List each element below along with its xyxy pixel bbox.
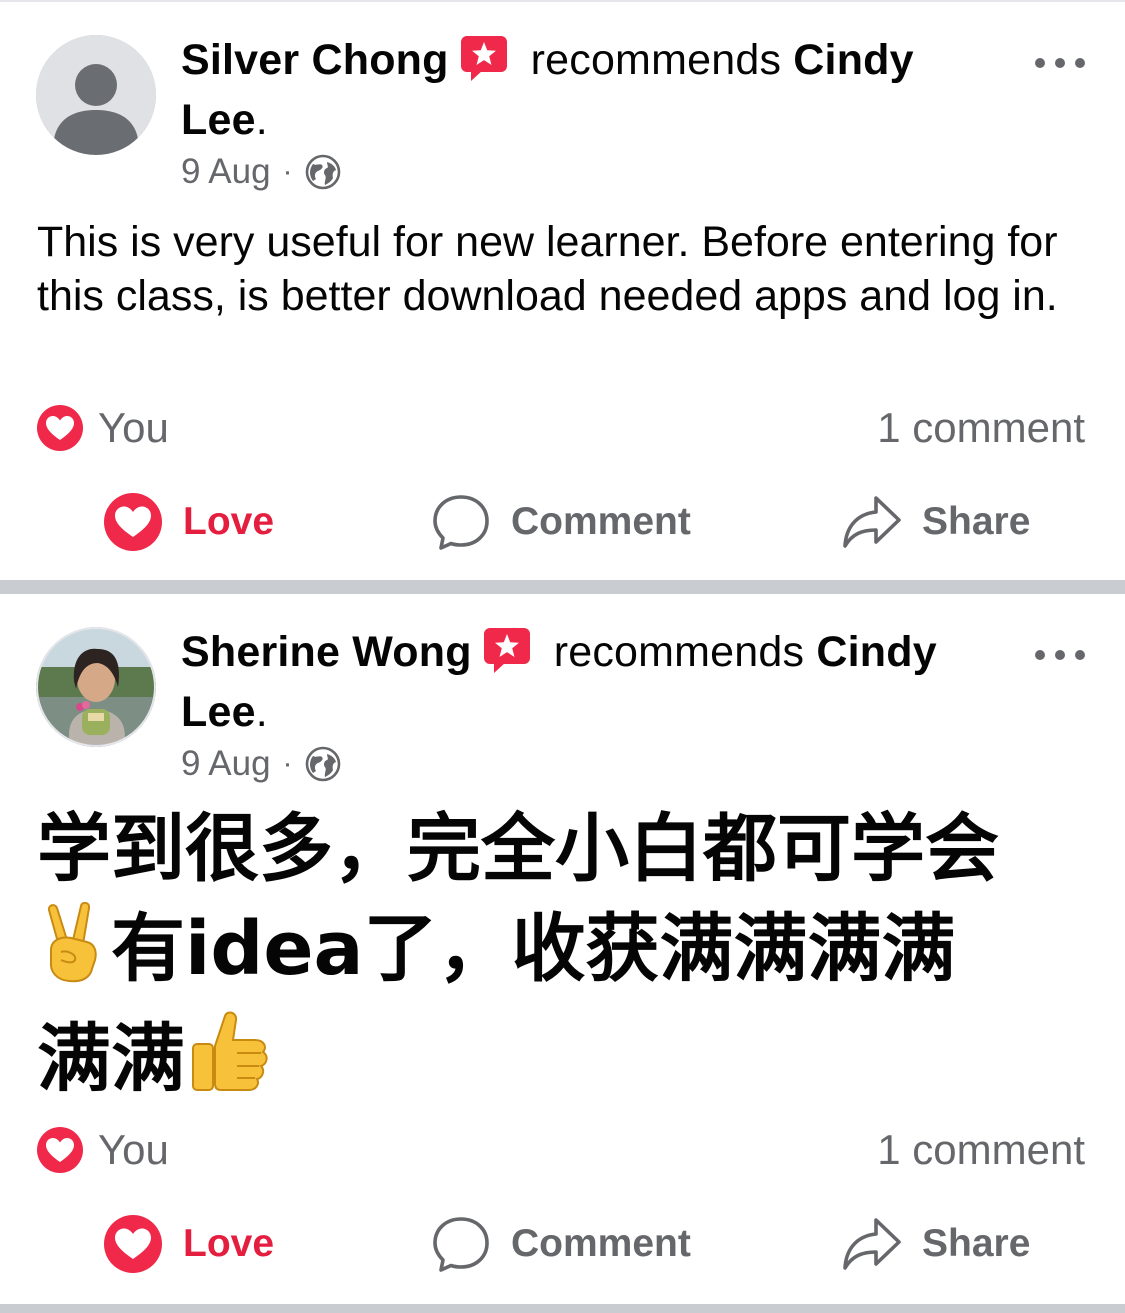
comment-button[interactable]: Comment — [431, 1204, 691, 1284]
globe-icon — [305, 746, 340, 782]
comment-count[interactable]: 1 comment — [877, 404, 1085, 452]
post-separator — [0, 580, 1125, 594]
person-avatar-icon — [36, 35, 156, 155]
reactors-text: You — [98, 404, 169, 451]
recommends-text: recommends — [553, 628, 805, 676]
more-icon — [1035, 58, 1045, 68]
author-name[interactable]: Sherine Wong — [181, 628, 472, 676]
thumbs-up-emoji — [185, 1010, 271, 1119]
action-bar: Love Comment Share — [0, 482, 1125, 562]
post-date[interactable]: 9 Aug — [181, 152, 271, 192]
post-body-text: 满满 — [37, 1016, 185, 1102]
love-reaction-icon — [37, 405, 83, 451]
more-options-button[interactable] — [1035, 48, 1085, 78]
post-date[interactable]: 9 Aug — [181, 744, 271, 784]
reactors-text: You — [98, 1126, 169, 1173]
meta-separator: · — [282, 747, 293, 780]
more-icon — [1035, 650, 1045, 660]
header-period: . — [255, 688, 268, 736]
share-label: Share — [922, 500, 1031, 543]
post-separator — [0, 1304, 1125, 1313]
share-icon — [843, 1218, 901, 1270]
post-body-line: 满满 — [37, 1009, 1097, 1119]
more-options-button[interactable] — [1035, 640, 1085, 670]
avatar[interactable] — [36, 35, 156, 155]
post-body-text: 有idea了，收获满满满满 — [111, 906, 956, 992]
reactions-summary: You 1 comment — [36, 403, 1085, 453]
recommendation-post: Sherine Wong recommends Cindy Lee. 9 Aug… — [0, 594, 1125, 1304]
recommend-badge-icon — [460, 36, 507, 81]
profile-photo — [36, 627, 156, 747]
comment-icon — [433, 1217, 489, 1272]
share-button[interactable]: Share — [842, 1204, 1030, 1284]
post-meta: 9 Aug · — [181, 744, 341, 784]
reactors[interactable]: You — [36, 1126, 169, 1174]
comment-label: Comment — [511, 1222, 691, 1265]
globe-icon — [305, 154, 340, 190]
post-body-line: 学到很多，完全小白都可学会 — [37, 806, 999, 892]
avatar[interactable] — [36, 627, 156, 747]
post-body: 学到很多，完全小白都可学会 有idea了，收获满满满满 满满 — [37, 799, 1097, 1119]
reactions-summary: You 1 comment — [36, 1125, 1085, 1175]
love-label: Love — [183, 500, 275, 543]
action-bar: Love Comment Share — [0, 1204, 1125, 1284]
author-name[interactable]: Silver Chong — [181, 36, 449, 84]
comment-icon — [433, 495, 489, 550]
love-reaction-icon — [37, 1127, 83, 1173]
post-header: Silver Chong recommends Cindy Lee. — [181, 30, 981, 150]
share-label: Share — [922, 1222, 1031, 1265]
recommends-text: recommends — [530, 36, 782, 84]
love-reaction-icon — [104, 1215, 162, 1273]
recommendations-feed: Silver Chong recommends Cindy Lee. 9 Aug… — [0, 0, 1125, 1313]
share-icon — [843, 496, 901, 548]
recommend-badge-icon — [483, 628, 530, 673]
post-body: This is very useful for new learner. Bef… — [37, 218, 1058, 320]
post-header: Sherine Wong recommends Cindy Lee. — [181, 622, 981, 742]
comment-button[interactable]: Comment — [431, 482, 691, 562]
recommendation-post: Silver Chong recommends Cindy Lee. 9 Aug… — [0, 2, 1125, 580]
love-reaction-icon — [104, 493, 162, 551]
share-button[interactable]: Share — [842, 482, 1030, 562]
victory-hand-emoji — [37, 901, 111, 1009]
love-button[interactable]: Love — [103, 1204, 274, 1284]
love-button[interactable]: Love — [103, 482, 274, 562]
reactors[interactable]: You — [36, 404, 169, 452]
post-meta: 9 Aug · — [181, 152, 341, 192]
comment-label: Comment — [511, 500, 691, 543]
love-label: Love — [183, 1222, 275, 1265]
comment-count[interactable]: 1 comment — [877, 1126, 1085, 1174]
post-body-line: 有idea了，收获满满满满 — [37, 899, 1097, 1009]
header-period: . — [255, 96, 268, 144]
meta-separator: · — [282, 155, 293, 188]
